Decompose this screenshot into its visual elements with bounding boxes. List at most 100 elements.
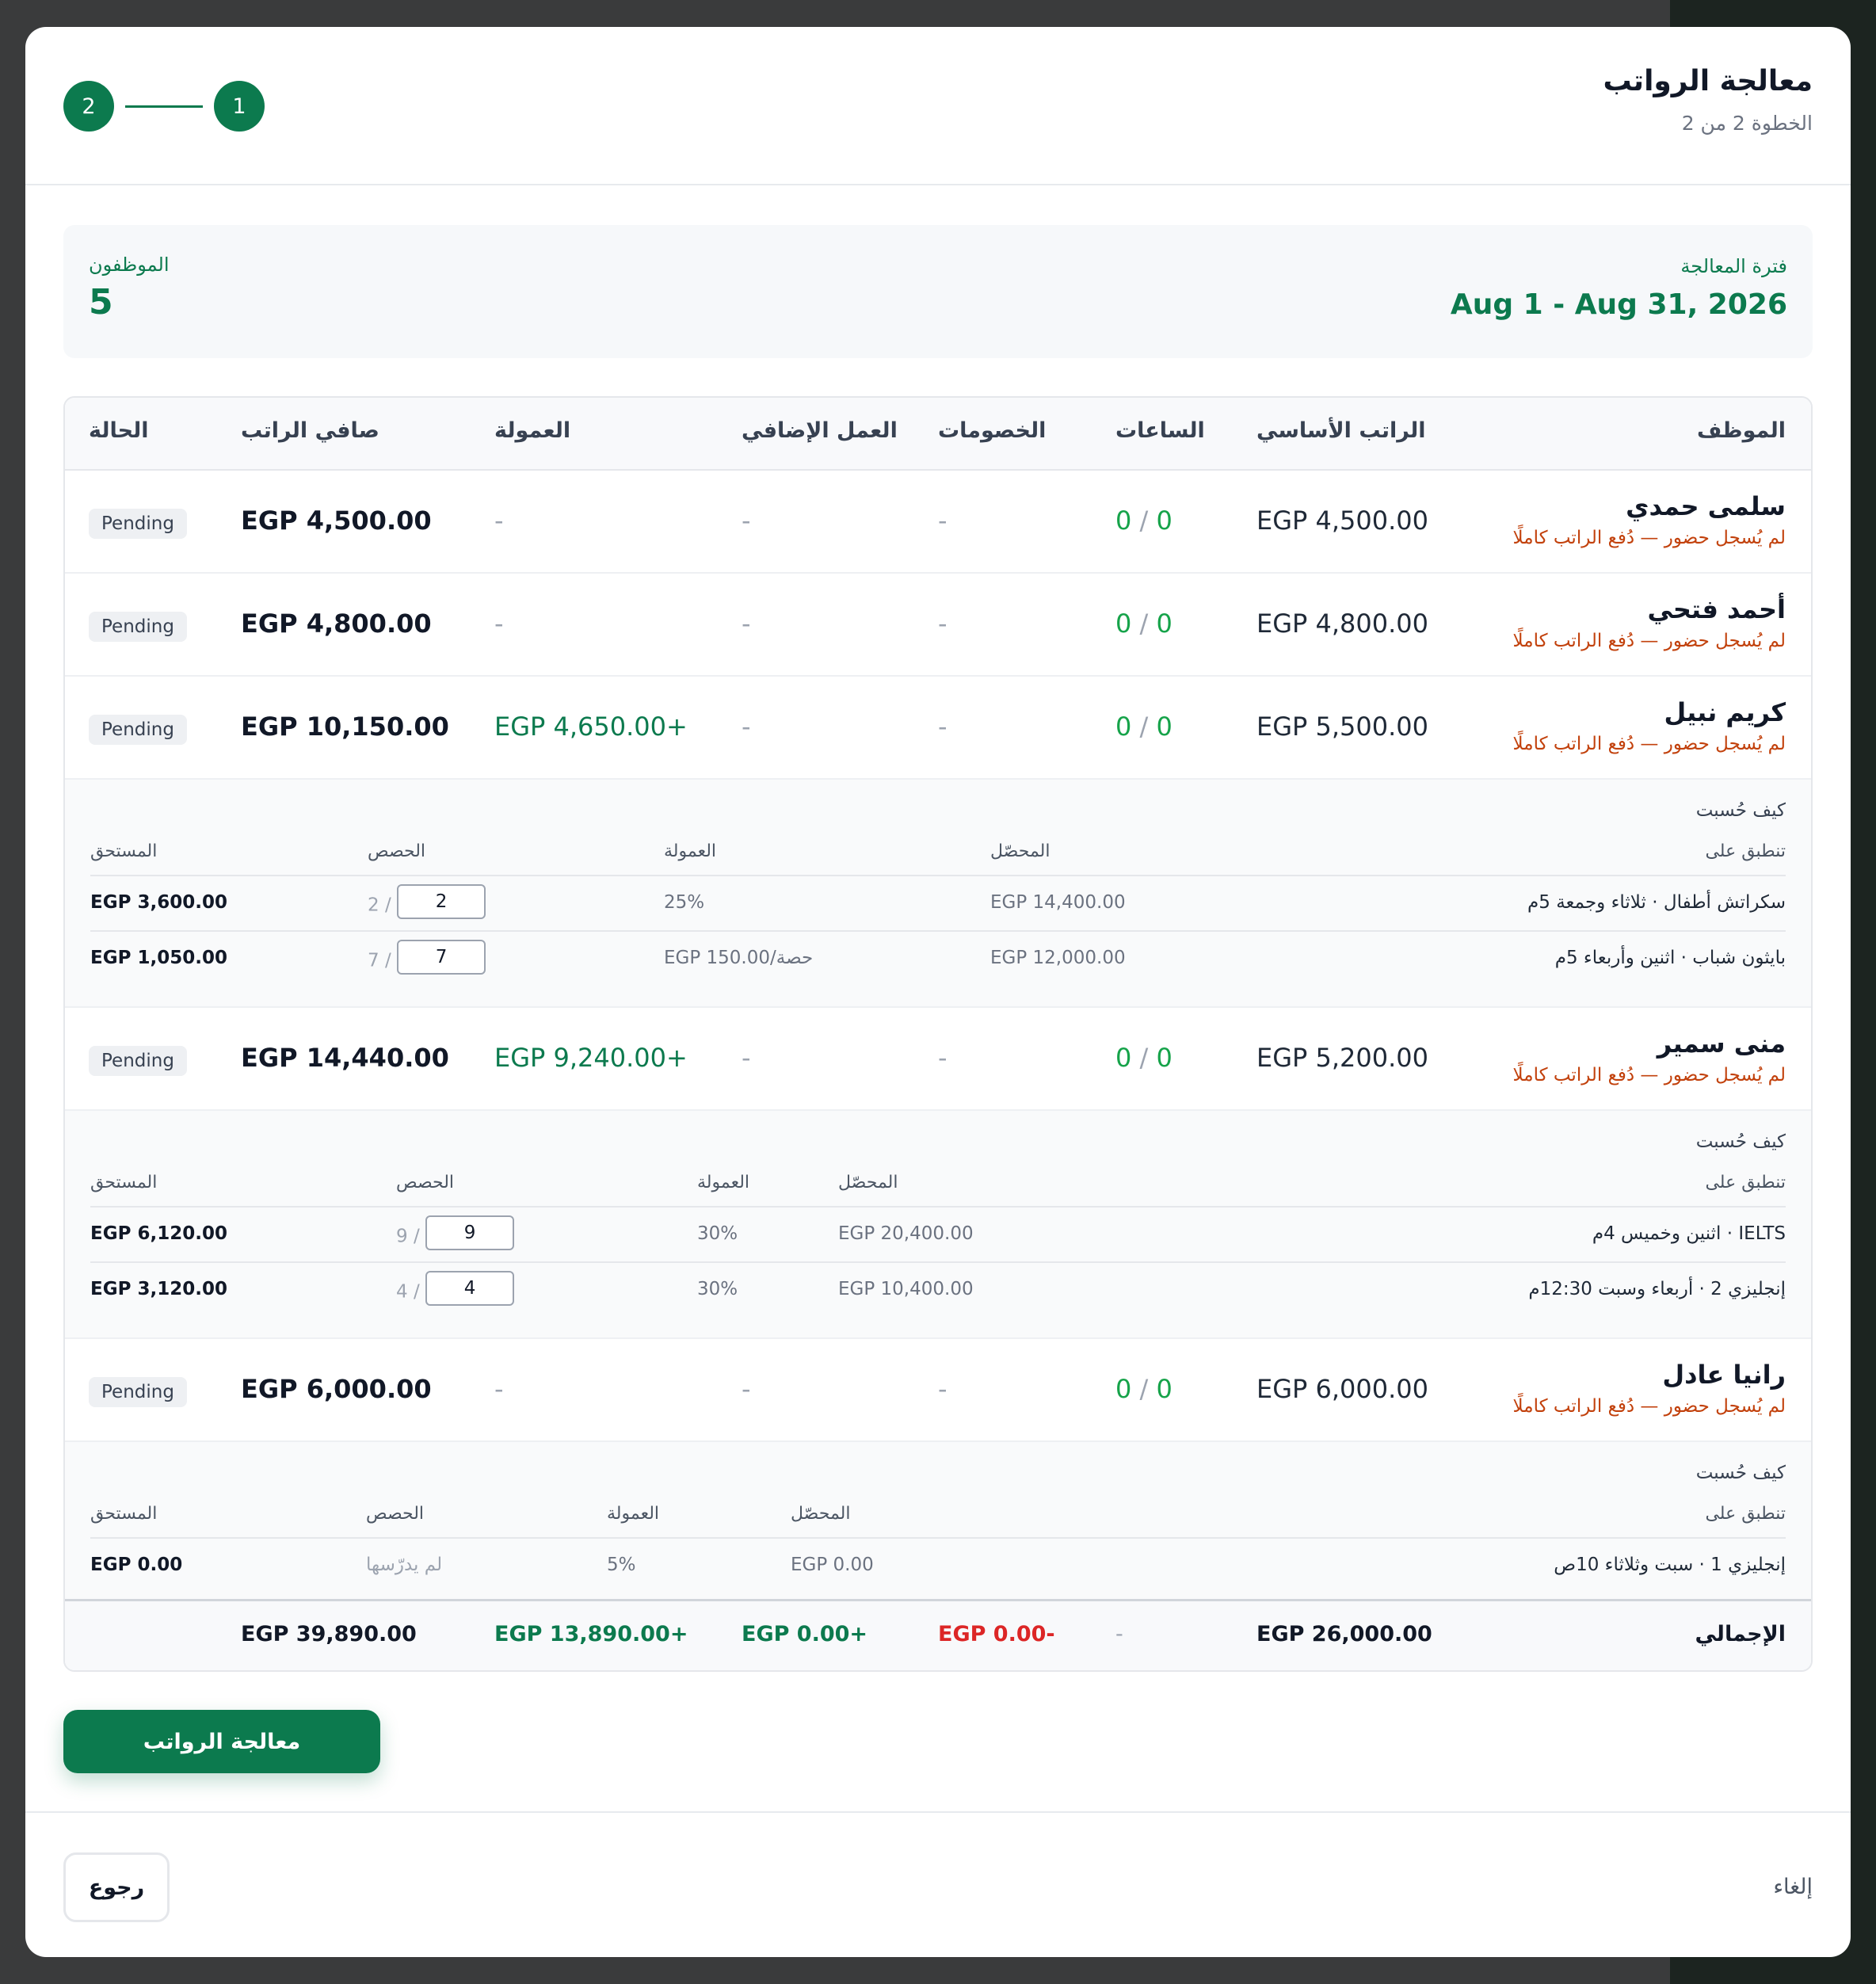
bd-col-sessions: الحصص <box>368 841 426 861</box>
sessions-input[interactable]: 7 <box>397 940 486 975</box>
sessions-total: 7 / <box>368 950 391 971</box>
table-row: منى سمير لم يُسجل حضور — دُفع الراتب كام… <box>65 1008 1811 1111</box>
back-button[interactable]: رجوع <box>63 1852 170 1922</box>
total-hours: - <box>1115 1622 1123 1646</box>
net-salary: EGP 6,000.00 <box>241 1374 432 1404</box>
collected-amount: EGP 20,400.00 <box>838 1223 974 1244</box>
attendance-note: لم يُسجل حضور — دُفع الراتب كاملًا <box>1512 631 1786 651</box>
period-value: Aug 1 - Aug 31, 2026 <box>1450 288 1787 321</box>
net-salary: EGP 14,440.00 <box>241 1043 449 1073</box>
stepper: 2 1 <box>63 81 265 132</box>
sessions-cell: 9 / 9 <box>396 1215 515 1250</box>
breakdown-row: سكراتش أطفال · ثلاثاء وجمعة 5م EGP 14,40… <box>90 876 1786 932</box>
base-salary: EGP 6,000.00 <box>1256 1374 1428 1404</box>
hours-worked: 0 <box>1115 1374 1132 1404</box>
hours-worked: 0 <box>1115 506 1132 536</box>
col-net: صافي الراتب <box>241 418 379 443</box>
step-2: 2 <box>63 81 114 132</box>
employees-value: 5 <box>89 282 113 322</box>
employee-name: رانيا عادل <box>1662 1360 1786 1390</box>
base-salary: EGP 5,500.00 <box>1256 712 1428 742</box>
hours-worked: 0 <box>1115 1043 1132 1073</box>
status-badge: Pending <box>89 1046 187 1076</box>
base-salary: EGP 4,800.00 <box>1256 609 1428 639</box>
status-cell: Pending <box>89 506 187 539</box>
bd-col-due: المستحق <box>90 841 158 861</box>
base-salary: EGP 4,500.00 <box>1256 506 1428 536</box>
hours: 0 / 0 <box>1115 1043 1172 1073</box>
due-amount: EGP 1,050.00 <box>90 948 227 968</box>
due-amount: EGP 0.00 <box>90 1555 183 1575</box>
sessions-input[interactable]: 4 <box>425 1271 515 1306</box>
hours: 0 / 0 <box>1115 506 1172 536</box>
total-commission: EGP 13,890.00+ <box>494 1622 688 1646</box>
course-name: إنجليزي 1 · سبت وثلاثاء 10ص <box>1554 1555 1786 1575</box>
due-amount: EGP 3,600.00 <box>90 892 227 913</box>
table-row: رانيا عادل لم يُسجل حضور — دُفع الراتب ك… <box>65 1339 1811 1442</box>
table-row: كريم نبيل لم يُسجل حضور — دُفع الراتب كا… <box>65 677 1811 780</box>
processing-period: فترة المعالجة Aug 1 - Aug 31, 2026 <box>1451 255 1787 321</box>
hours-expected: 0 <box>1156 1043 1172 1073</box>
employee-name: أحمد فتحي <box>1647 594 1786 624</box>
step-indicator-text: الخطوة 2 من 2 <box>1681 112 1813 135</box>
col-status: الحالة <box>89 418 149 443</box>
period-label: فترة المعالجة <box>1680 255 1787 277</box>
employee-name: سلمى حمدي <box>1626 491 1786 521</box>
breakdown-row: إنجليزي 2 · أربعاء وسبت 12:30م EGP 10,40… <box>90 1263 1786 1318</box>
deductions: - <box>938 1374 948 1404</box>
breakdown-header: تنطبق على المحصّل العمولة الحصص المستحق <box>90 1504 1786 1539</box>
sessions-total: 9 / <box>396 1226 420 1247</box>
commission: - <box>494 506 504 536</box>
sessions-input[interactable]: 2 <box>397 884 486 919</box>
employee-cell: كريم نبيل لم يُسجل حضور — دُفع الراتب كا… <box>1513 697 1786 754</box>
status-badge: Pending <box>89 612 187 642</box>
commission-rate: 30% <box>697 1279 738 1299</box>
net-salary: EGP 10,150.00 <box>241 712 449 742</box>
attendance-note: لم يُسجل حضور — دُفع الراتب كاملًا <box>1512 1065 1786 1085</box>
bd-col-commission: العمولة <box>664 841 717 861</box>
col-deductions: الخصومات <box>938 418 1047 443</box>
collected-amount: EGP 0.00 <box>791 1555 874 1575</box>
table-row: أحمد فتحي لم يُسجل حضور — دُفع الراتب كا… <box>65 574 1811 677</box>
breakdown-row: IELTS · اثنين وخميس 4م EGP 20,400.00 30%… <box>90 1208 1786 1263</box>
cancel-button[interactable]: إلغاء <box>1773 1875 1813 1899</box>
breakdown-title: كيف حُسبت <box>1695 1463 1786 1483</box>
status-badge: Pending <box>89 1377 187 1407</box>
bd-col-due: المستحق <box>90 1504 158 1524</box>
commission-rate: 30% <box>697 1223 738 1244</box>
process-payroll-button[interactable]: معالجة الرواتب <box>63 1710 380 1773</box>
sessions-total: 2 / <box>368 895 391 916</box>
modal-title: معالجة الرواتب <box>1603 65 1813 97</box>
payroll-table: الموظف الراتب الأساسي الساعات الخصومات ا… <box>63 396 1813 1672</box>
commission-breakdown: كيف حُسبت تنطبق على المحصّل العمولة الحص… <box>65 1111 1811 1339</box>
status-cell: Pending <box>89 1374 187 1407</box>
base-salary: EGP 5,200.00 <box>1256 1043 1428 1073</box>
hours-expected: 0 <box>1156 609 1172 639</box>
deductions: - <box>938 609 948 639</box>
breakdown-row: إنجليزي 1 · سبت وثلاثاء 10ص EGP 0.00 5% … <box>90 1539 1786 1594</box>
bd-col-collected: المحصّل <box>791 1504 851 1524</box>
col-base: الراتب الأساسي <box>1256 418 1426 443</box>
collected-amount: EGP 10,400.00 <box>838 1279 974 1299</box>
commission-rate: 5% <box>607 1555 636 1575</box>
sessions-cell: 7 / 7 <box>368 940 486 975</box>
overtime: - <box>742 1043 751 1073</box>
breakdown-title: كيف حُسبت <box>1695 1131 1786 1152</box>
commission-rate: EGP 150.00/حصة <box>664 948 814 968</box>
commission: EGP 9,240.00+ <box>494 1043 688 1073</box>
not-taught-label: لم يدرّسها <box>366 1555 443 1575</box>
employee-name: منى سمير <box>1657 1028 1786 1059</box>
totals-label: الإجمالي <box>1695 1622 1786 1646</box>
commission-breakdown: كيف حُسبت تنطبق على المحصّل العمولة الحص… <box>65 1442 1811 1605</box>
total-deductions: EGP 0.00- <box>938 1622 1055 1646</box>
status-badge: Pending <box>89 509 187 539</box>
employee-count: الموظفون 5 <box>89 254 170 322</box>
payroll-modal: معالجة الرواتب الخطوة 2 من 2 2 1 فترة ال… <box>25 27 1851 1957</box>
hours-worked: 0 <box>1115 609 1132 639</box>
status-cell: Pending <box>89 609 187 642</box>
commission-rate: 25% <box>664 892 705 913</box>
employee-cell: أحمد فتحي لم يُسجل حضور — دُفع الراتب كا… <box>1513 594 1786 651</box>
total-overtime: EGP 0.00+ <box>742 1622 868 1646</box>
hours: 0 / 0 <box>1115 712 1172 742</box>
sessions-input[interactable]: 9 <box>425 1215 515 1250</box>
